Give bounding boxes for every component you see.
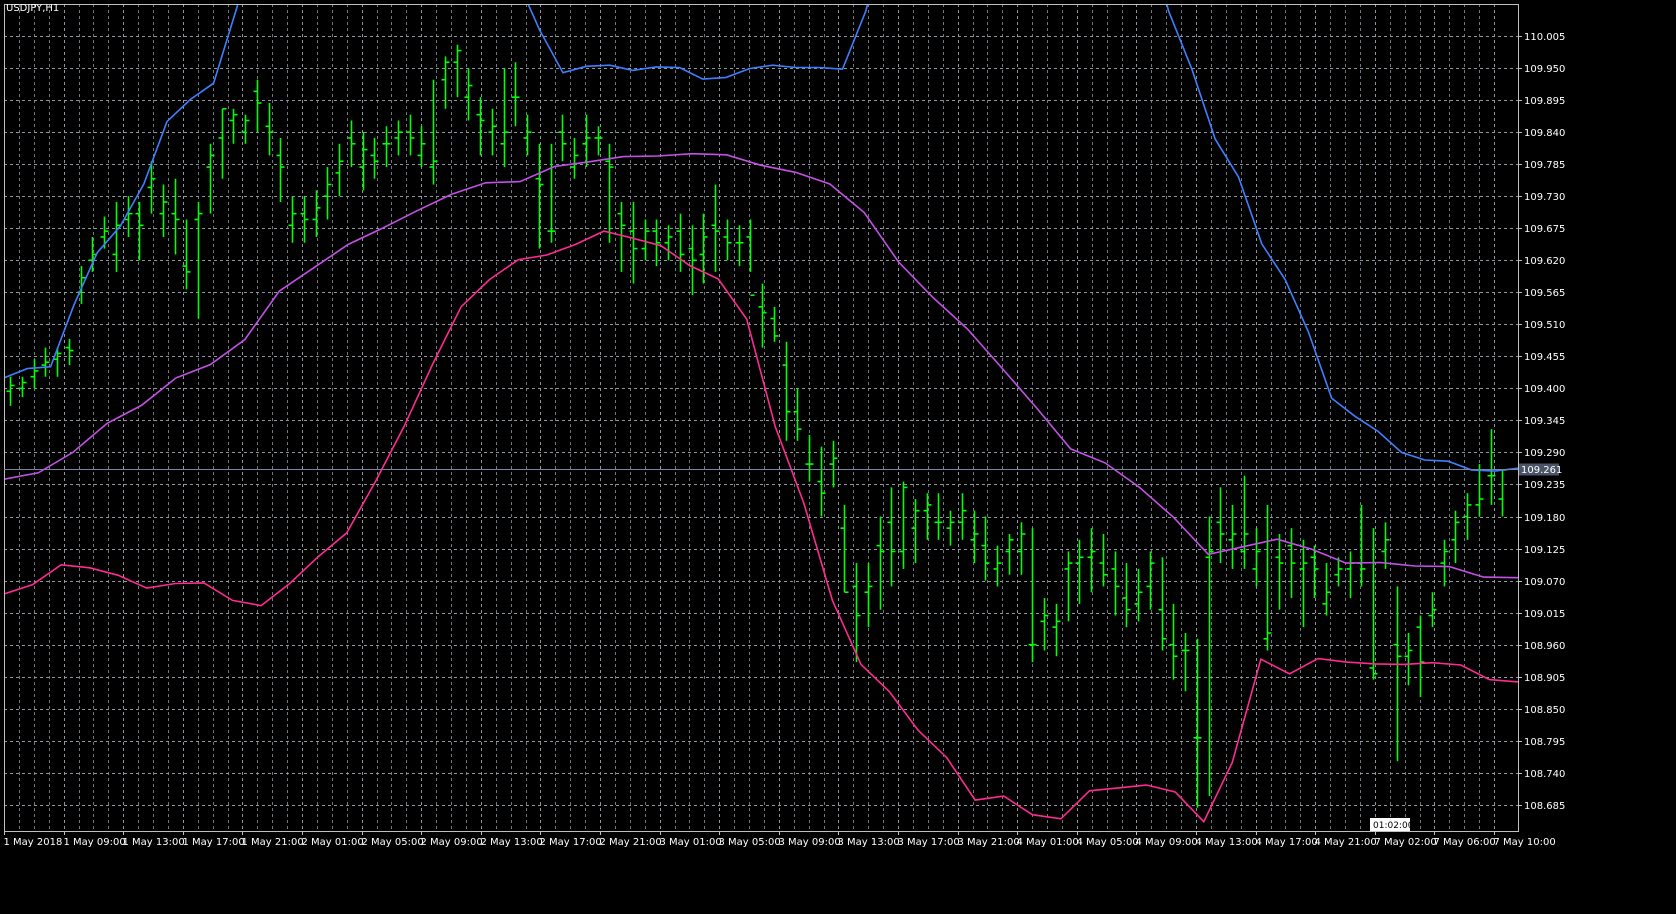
y-tick-label: 109.510 — [1524, 320, 1565, 331]
x-tick-label: 4 May 05:00 — [1077, 837, 1139, 848]
x-tick-label: 2 May 01:00 — [302, 837, 364, 848]
x-tick-label: 3 May 09:00 — [779, 837, 841, 848]
y-tick-label: 109.840 — [1524, 128, 1565, 139]
cursor-time-label: 01:02:00 — [1373, 821, 1414, 831]
y-tick-label: 108.685 — [1524, 801, 1565, 812]
y-tick-label: 108.795 — [1524, 737, 1565, 748]
y-tick-label: 109.070 — [1524, 577, 1565, 588]
x-tick-label: 3 May 01:00 — [660, 837, 722, 848]
x-tick-label: 4 May 21:00 — [1315, 837, 1377, 848]
y-tick-label: 109.290 — [1524, 448, 1565, 459]
x-tick-label: 4 May 01:00 — [1017, 837, 1079, 848]
x-tick-label: 3 May 13:00 — [838, 837, 900, 848]
y-tick-label: 109.675 — [1524, 224, 1565, 235]
x-tick-label: 4 May 17:00 — [1256, 837, 1318, 848]
x-tick-label: 7 May 06:00 — [1434, 837, 1496, 848]
x-tick-label: 7 May 10:00 — [1494, 837, 1556, 848]
x-tick-label: 4 May 13:00 — [1196, 837, 1258, 848]
x-tick-label: 2 May 17:00 — [540, 837, 602, 848]
chart-area[interactable]: USDJPY,H1 110.005 109.950 109.895 109.840 10… — [0, 0, 1676, 910]
y-tick-label: 108.905 — [1524, 673, 1565, 684]
x-tick-label: 1 May 13:00 — [123, 837, 185, 848]
y-tick-label: 109.785 — [1524, 160, 1565, 171]
x-tick-label: 4 May 09:00 — [1136, 837, 1198, 848]
x-tick-label: 1 May 09:00 — [64, 837, 126, 848]
y-tick-label: 109.400 — [1524, 384, 1565, 395]
chart-svg[interactable]: 110.005 109.950 109.895 109.840 109.785 109.7… — [0, 0, 1676, 910]
y-tick-label: 109.125 — [1524, 545, 1565, 556]
y-tick-label: 109.455 — [1524, 352, 1565, 363]
x-tick-label: 2 May 21:00 — [600, 837, 662, 848]
x-tick-label: 2 May 05:00 — [362, 837, 424, 848]
y-tick-label: 109.730 — [1524, 192, 1565, 203]
y-tick-label: 109.565 — [1524, 288, 1565, 299]
symbol-title: USDJPY,H1 — [6, 3, 60, 14]
y-tick-label: 109.015 — [1524, 609, 1565, 620]
y-tick-label: 108.850 — [1524, 705, 1565, 716]
x-tick-label: 3 May 05:00 — [719, 837, 781, 848]
y-tick-label: 109.235 — [1524, 480, 1565, 491]
x-tick-label: 3 May 21:00 — [958, 837, 1020, 848]
y-tick-label: 108.960 — [1524, 641, 1565, 652]
y-tick-label: 109.345 — [1524, 416, 1565, 427]
x-tick-label: 1 May 21:00 — [242, 837, 304, 848]
y-tick-label: 110.005 — [1524, 32, 1565, 43]
x-tick-label: 3 May 17:00 — [898, 837, 960, 848]
x-tick-label: 2 May 09:00 — [421, 837, 483, 848]
current-price-label: 109.261 — [1521, 465, 1562, 476]
y-tick-label: 108.740 — [1524, 769, 1565, 780]
y-tick-label: 109.180 — [1524, 513, 1565, 524]
x-tick-label: 2 May 13:00 — [481, 837, 543, 848]
x-tick-label: 1 May 17:00 — [183, 837, 245, 848]
y-tick-label: 109.950 — [1524, 64, 1565, 75]
y-tick-label: 109.620 — [1524, 256, 1565, 267]
y-tick-label: 109.895 — [1524, 96, 1565, 107]
x-tick-label: 7 May 02:00 — [1375, 837, 1437, 848]
x-tick-label: 1 May 2018 — [4, 837, 63, 848]
